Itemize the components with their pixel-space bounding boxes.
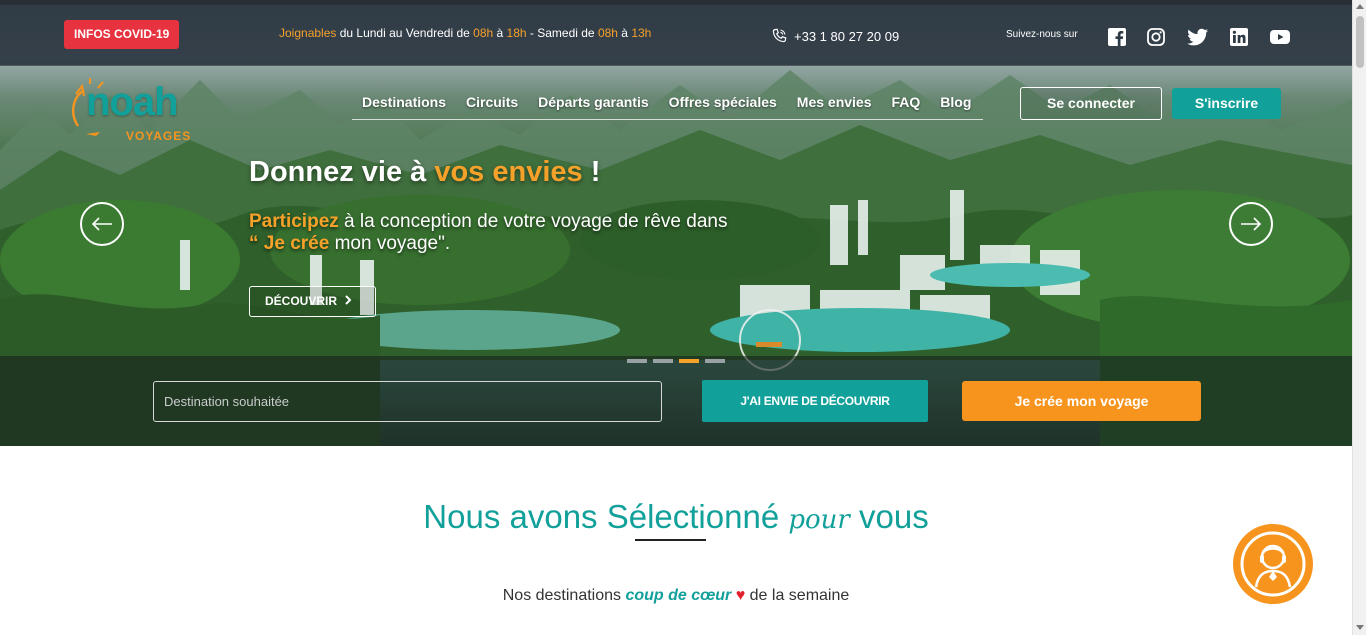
chevron-right-icon [345,295,352,305]
slide-subtitle: Participez à la conception de votre voya… [249,211,779,255]
arrow-right-icon [1241,217,1262,231]
hours-days: du Lundi au Vendredi de [336,26,474,40]
subtitle-end: mon voyage". [329,233,451,254]
slider-dot[interactable] [705,359,725,363]
arrow-left-icon [91,217,112,231]
page-scrollbar[interactable] [1352,0,1366,635]
logo-brand-text: noah [86,80,179,124]
hours-label: Joignables [279,26,337,40]
subtitle-text: à la conception de votre voyage de rêve … [338,211,728,232]
phone-icon [772,28,787,43]
headline-end: ! [582,156,601,188]
discover-destination-button[interactable]: J'AI ENVIE DE DÉCOUVRIR [702,380,928,422]
section-title: Nous avons Sélectionné pour vous [0,498,1352,536]
section-tagline: Nos destinations coup de cœur ♥ de la se… [0,587,1352,605]
tagline-accent: coup de cœur [625,587,732,604]
advisor-icon [1240,531,1306,597]
discover-label: DÉCOUVRIR [265,294,338,308]
logo-sub-text: VOYAGES [126,129,192,143]
opening-hours: Joignables du Lundi au Vendredi de 08h à… [279,26,651,40]
tagline-end: de la semaine [745,587,850,604]
slider-prev-button[interactable] [80,202,124,246]
slider-dot[interactable] [653,359,673,363]
facebook-icon[interactable] [1107,27,1127,47]
instagram-icon[interactable] [1146,27,1166,47]
create-trip-button[interactable]: Je crée mon voyage [962,381,1201,421]
nav-destinations[interactable]: Destinations [352,88,456,119]
nav-blog[interactable]: Blog [930,88,981,119]
youtube-icon[interactable] [1269,27,1291,47]
nav-circuits[interactable]: Circuits [456,88,528,119]
nav-faq[interactable]: FAQ [882,88,931,119]
phone-link[interactable]: +33 1 80 27 20 09 [770,27,899,45]
subtitle-accent: Participez [249,211,339,232]
slider-dot[interactable] [679,359,699,363]
nav-offres-speciales[interactable]: Offres spéciales [659,88,787,119]
hours-separator: à [493,26,507,40]
login-button[interactable]: Se connecter [1020,87,1162,120]
slider-dot[interactable] [627,359,647,363]
section-title-text: Nous avons Sélectionné [423,498,789,535]
hours-end-saturday: 13h [631,26,652,40]
follow-label: Suivez-nous sur [1006,29,1078,40]
destination-search-input[interactable] [153,381,662,422]
phone-number: +33 1 80 27 20 09 [794,28,900,44]
top-info-bar: INFOS COVID-19 Joignables du Lundi au Ve… [0,0,1352,66]
noah-voyages-logo[interactable]: noah VOYAGES [68,76,198,146]
scroll-up-icon[interactable] [1356,4,1364,9]
hours-start-saturday: 08h [597,26,618,40]
title-underline [635,539,706,541]
linkedin-icon[interactable] [1229,27,1249,47]
slider-next-button[interactable] [1229,202,1273,246]
twitter-icon[interactable] [1187,27,1209,47]
chat-advisor-button[interactable] [1233,524,1313,604]
heart-icon: ♥ [735,587,746,604]
slide-headline: Donnez vie à vos envies ! [249,156,600,189]
headline-text: Donnez vie à [249,156,435,188]
headline-accent: vos envies [434,156,583,188]
nav-departs-garantis[interactable]: Départs garantis [528,88,658,119]
slider-dots [627,359,725,363]
section-title-end: vous [849,498,929,535]
hours-saturday: - Samedi de [526,26,598,40]
main-navigation: Destinations Circuits Départs garantis O… [352,88,984,120]
hours-end-weekday: 18h [506,26,527,40]
hours-start-weekday: 08h [473,26,494,40]
covid-info-button[interactable]: INFOS COVID-19 [64,20,180,49]
signup-button[interactable]: S'inscrire [1172,88,1281,119]
scrollbar-thumb[interactable] [1356,16,1364,68]
section-title-script: pour [788,505,850,535]
hours-separator: à [617,26,632,40]
discover-button[interactable]: DÉCOUVRIR [249,286,376,317]
tagline-text: Nos destinations [502,587,626,604]
subtitle-accent-2: “ Je crée [249,233,330,254]
scroll-down-icon[interactable] [1356,625,1364,630]
nav-mes-envies[interactable]: Mes envies [787,88,882,119]
